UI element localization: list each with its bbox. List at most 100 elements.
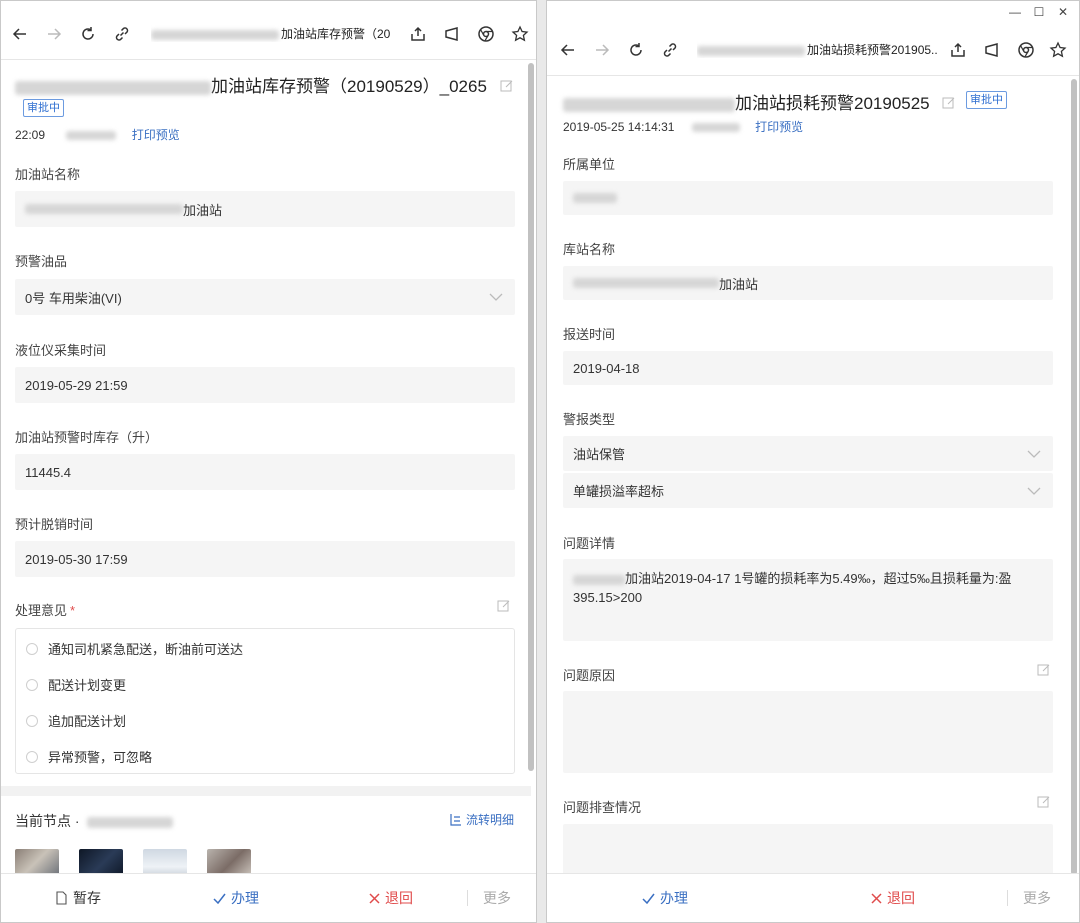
- required-mark: *: [70, 603, 76, 618]
- close-icon: [871, 892, 882, 904]
- alarm-type-select[interactable]: 油站保管: [563, 436, 1053, 471]
- field-out-time: 2019-05-30 17:59: [15, 541, 515, 577]
- opinion-option[interactable]: 通知司机紧急配送，断油前可送达: [26, 639, 243, 658]
- star-icon[interactable]: [507, 21, 533, 47]
- more-button[interactable]: 更多: [483, 888, 511, 908]
- field-label-opinion: 处理意见 *: [15, 600, 75, 619]
- back-icon[interactable]: [7, 21, 33, 47]
- radio-icon: [26, 714, 38, 727]
- cause-textarea[interactable]: [563, 691, 1053, 773]
- maximize-icon[interactable]: ☐: [1031, 5, 1047, 19]
- field-station-value: 加油站: [183, 202, 223, 218]
- field-label-collect-time: 液位仪采集时间: [15, 343, 107, 358]
- back-icon[interactable]: [555, 37, 581, 63]
- page-title: 加油站库存预警（20190529）_0265: [15, 72, 514, 98]
- minimize-icon[interactable]: —: [1007, 5, 1023, 19]
- opinion-option-label: 通知司机紧急配送，断油前可送达: [48, 642, 244, 657]
- window-title: 加油站库存预警（20...: [151, 25, 391, 42]
- oil-select[interactable]: 0号 车用柴油(VI): [15, 279, 515, 315]
- field-station: 加油站: [563, 266, 1053, 300]
- header-meta: 22:09 打印预览: [15, 126, 180, 143]
- field-label-oil: 预警油品: [15, 254, 68, 269]
- field-label-station: 库站名称: [563, 242, 616, 257]
- current-node-label: 当前节点 ·: [15, 813, 80, 829]
- edit-icon[interactable]: [942, 95, 956, 115]
- window-title: 加油站损耗预警201905...: [697, 41, 937, 58]
- divider: [1007, 890, 1008, 906]
- edit-icon[interactable]: [1037, 663, 1051, 682]
- divider: [467, 890, 468, 906]
- scrollbar[interactable]: [528, 63, 534, 771]
- flow-detail-text: 流转明细: [466, 813, 515, 827]
- bottom-action-bar: 暂存 办理 退回 更多: [1, 873, 536, 922]
- field-report-time-value: 2019-04-18: [573, 360, 640, 376]
- more-label: 更多: [1023, 890, 1051, 906]
- edit-icon[interactable]: [500, 78, 514, 98]
- reject-label: 退回: [887, 890, 915, 906]
- opinion-option-label: 配送计划变更: [48, 678, 127, 693]
- chrome-icon[interactable]: [1013, 37, 1039, 63]
- chrome-icon[interactable]: [473, 21, 499, 47]
- reject-button[interactable]: 退回: [871, 888, 915, 908]
- forward-icon[interactable]: [589, 37, 615, 63]
- cast-icon[interactable]: [979, 37, 1005, 63]
- opinion-option-label: 异常预警，可忽略: [48, 750, 153, 765]
- opinion-option[interactable]: 配送计划变更: [26, 675, 126, 694]
- handle-button[interactable]: 办理: [213, 888, 259, 908]
- print-preview-link[interactable]: 打印预览: [755, 120, 803, 134]
- scrollbar[interactable]: [1071, 79, 1077, 875]
- forward-icon[interactable]: [41, 21, 67, 47]
- document-icon: [56, 891, 67, 905]
- check-icon: [213, 893, 226, 904]
- reject-button[interactable]: 退回: [369, 888, 413, 908]
- more-label: 更多: [483, 890, 511, 906]
- opinion-option-label: 追加配送计划: [48, 714, 127, 729]
- save-draft-button[interactable]: 暂存: [55, 888, 101, 908]
- radio-icon: [26, 750, 38, 763]
- detail-text: 加油站2019-04-17 1号罐的损耗率为5.49‰，超过5‰且损耗量为:盈3…: [573, 571, 1012, 605]
- opinion-option[interactable]: 异常预警，可忽略: [26, 747, 152, 766]
- opinion-options: 通知司机紧急配送，断油前可送达 配送计划变更 追加配送计划 异常预警，可忽略: [15, 628, 515, 774]
- refresh-icon[interactable]: [623, 37, 649, 63]
- cast-icon[interactable]: [439, 21, 465, 47]
- alarm-subtype-select[interactable]: 单罐损溢率超标: [563, 473, 1053, 508]
- opinion-option[interactable]: 追加配送计划: [26, 711, 126, 730]
- link-icon[interactable]: [109, 21, 135, 47]
- header-time: 22:09: [15, 128, 46, 142]
- oil-select-value: 0号 车用柴油(VI): [25, 290, 122, 306]
- opinion-label-text: 处理意见: [15, 603, 68, 618]
- field-label-detail: 问题详情: [563, 536, 616, 551]
- field-station: 加油站: [15, 191, 515, 227]
- edit-icon[interactable]: [1037, 795, 1051, 814]
- close-window-icon[interactable]: ✕: [1055, 5, 1071, 19]
- left-window: 加油站库存预警（20... 加油站库存预警（20190529）_0265 审批中…: [0, 0, 537, 923]
- field-label-alarm-type: 警报类型: [563, 412, 616, 427]
- page-title: 加油站损耗预警20190525: [563, 89, 956, 115]
- flow-detail-link[interactable]: 流转明细: [449, 811, 514, 828]
- right-window: — ☐ ✕ 加油站损耗预警201905... 加油站损耗预警20190525 审…: [546, 0, 1080, 923]
- star-icon[interactable]: [1045, 37, 1071, 63]
- window-title-text: 加油站库存预警（20...: [281, 27, 391, 41]
- refresh-icon[interactable]: [75, 21, 101, 47]
- page-title-text: 加油站损耗预警20190525: [735, 94, 930, 113]
- field-label-cause: 问题原因: [563, 668, 616, 683]
- print-preview-link[interactable]: 打印预览: [132, 128, 180, 142]
- detail-textarea: 加油站2019-04-17 1号罐的损耗率为5.49‰，超过5‰且损耗量为:盈3…: [563, 559, 1053, 641]
- edit-icon[interactable]: [497, 599, 511, 618]
- bottom-action-bar: 办理 退回 更多: [547, 873, 1079, 922]
- save-draft-label: 暂存: [73, 890, 101, 906]
- handle-label: 办理: [660, 890, 688, 906]
- more-button[interactable]: 更多: [1023, 888, 1051, 908]
- chevron-down-icon: [1027, 450, 1041, 458]
- share-icon[interactable]: [405, 21, 431, 47]
- browser-toolbar: 加油站损耗预警201905...: [547, 25, 1079, 76]
- link-icon[interactable]: [657, 37, 683, 63]
- check-icon: [642, 893, 655, 904]
- field-collect-time: 2019-05-29 21:59: [15, 367, 515, 403]
- handle-button[interactable]: 办理: [642, 888, 688, 908]
- current-node: 当前节点 ·: [15, 811, 174, 831]
- share-icon[interactable]: [945, 37, 971, 63]
- field-report-time: 2019-04-18: [563, 351, 1053, 385]
- field-label-out-time: 预计脱销时间: [15, 517, 94, 532]
- handle-label: 办理: [231, 890, 259, 906]
